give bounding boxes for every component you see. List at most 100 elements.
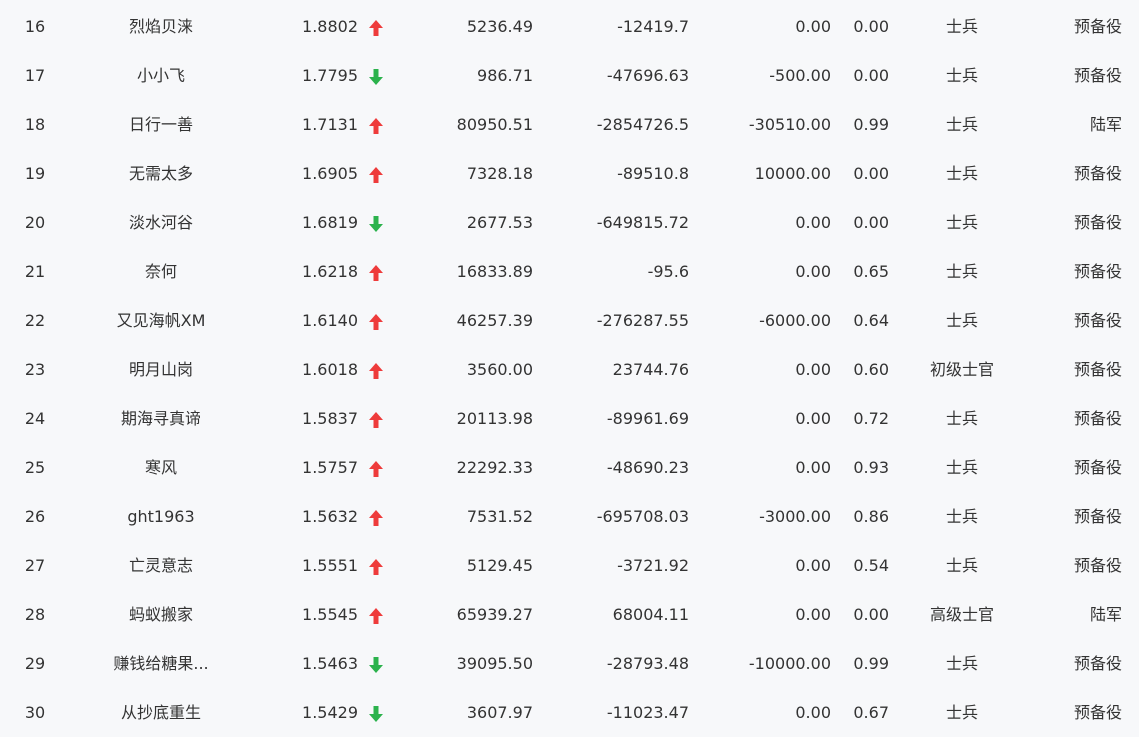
arrow-up-icon [369, 264, 383, 281]
value4-cell: 0.93 [853, 458, 889, 477]
table-row-16[interactable]: 16 烈焰贝涞 1.8802 5236.49 -12419.7 0.00 0.0… [0, 2, 1139, 51]
unit-cell: 陆军 [1089, 605, 1122, 624]
arrow-up-icon [369, 313, 383, 330]
trader-name-cell[interactable]: 明月山岗 [100, 345, 222, 394]
value4-cell: 0.64 [853, 311, 889, 330]
value4-cell: 0.99 [853, 654, 889, 673]
level-cell: 士兵 [945, 164, 978, 183]
trader-name-cell[interactable]: 赚钱给糖果... [100, 639, 222, 688]
trader-name-cell[interactable]: 无需太多 [100, 149, 222, 198]
table-row-19[interactable]: 19 无需太多 1.6905 7328.18 -89510.8 10000.00… [0, 149, 1139, 198]
value4-cell: 0.00 [853, 605, 889, 624]
level-cell: 士兵 [945, 311, 978, 330]
level-cell: 士兵 [945, 556, 978, 575]
ranking-table: 16 烈焰贝涞 1.8802 5236.49 -12419.7 0.00 0.0… [0, 0, 1139, 737]
value2-cell: -89961.69 [606, 409, 689, 428]
trend-cell [366, 296, 386, 345]
unit-cell: 陆军 [1089, 115, 1122, 134]
value2-cell: -28793.48 [606, 654, 689, 673]
unit-cell: 预备役 [1073, 66, 1122, 85]
value1-cell: 7328.18 [466, 164, 533, 183]
value3-cell: -6000.00 [759, 311, 831, 330]
trend-cell [366, 394, 386, 443]
trader-name-cell[interactable]: 从抄底重生 [100, 688, 222, 737]
value1-cell: 46257.39 [456, 311, 533, 330]
unit-cell: 预备役 [1073, 262, 1122, 281]
value1-cell: 80950.51 [456, 115, 533, 134]
value4-cell: 0.00 [853, 213, 889, 232]
trader-name-cell[interactable]: 期海寻真谛 [100, 394, 222, 443]
table-row-18[interactable]: 18 日行一善 1.7131 80950.51 -2854726.5 -3051… [0, 100, 1139, 149]
arrow-down-icon [369, 68, 383, 85]
trader-name-cell[interactable]: 蚂蚁搬家 [100, 590, 222, 639]
table-row-25[interactable]: 25 寒风 1.5757 22292.33 -48690.23 0.00 0.9… [0, 443, 1139, 492]
value1-cell: 3560.00 [466, 360, 533, 379]
value2-cell: -695708.03 [596, 507, 689, 526]
rank-cell: 26 [24, 507, 46, 526]
level-cell: 士兵 [945, 703, 978, 722]
value2-cell: -95.6 [647, 262, 689, 281]
value1-cell: 7531.52 [466, 507, 533, 526]
rank-cell: 28 [24, 605, 46, 624]
score-cell: 1.6140 [302, 311, 358, 330]
table-row-22[interactable]: 22 又见海帆XM 1.6140 46257.39 -276287.55 -60… [0, 296, 1139, 345]
unit-cell: 预备役 [1073, 360, 1122, 379]
trend-cell [366, 149, 386, 198]
trader-name-cell[interactable]: 奈何 [100, 247, 222, 296]
trader-name-cell[interactable]: 日行一善 [100, 100, 222, 149]
value1-cell: 986.71 [477, 66, 533, 85]
arrow-down-icon [369, 215, 383, 232]
level-cell: 士兵 [945, 654, 978, 673]
trader-name-cell[interactable]: 淡水河谷 [100, 198, 222, 247]
table-row-23[interactable]: 23 明月山岗 1.6018 3560.00 23744.76 0.00 0.6… [0, 345, 1139, 394]
level-cell: 初级士官 [929, 360, 994, 379]
arrow-up-icon [369, 19, 383, 36]
trader-name-cell[interactable]: ght1963 [100, 492, 222, 541]
value1-cell: 2677.53 [466, 213, 533, 232]
value3-cell: 10000.00 [754, 164, 831, 183]
table-row-20[interactable]: 20 淡水河谷 1.6819 2677.53 -649815.72 0.00 0… [0, 198, 1139, 247]
trader-name-cell[interactable]: 亡灵意志 [100, 541, 222, 590]
value2-cell: -12419.7 [617, 17, 689, 36]
value4-cell: 0.00 [853, 17, 889, 36]
level-cell: 士兵 [945, 66, 978, 85]
level-cell: 士兵 [945, 17, 978, 36]
value2-cell: 68004.11 [612, 605, 689, 624]
table-row-24[interactable]: 24 期海寻真谛 1.5837 20113.98 -89961.69 0.00 … [0, 394, 1139, 443]
trader-name-cell[interactable]: 寒风 [100, 443, 222, 492]
level-cell: 士兵 [945, 458, 978, 477]
rank-cell: 18 [24, 115, 46, 134]
rank-cell: 25 [24, 458, 46, 477]
arrow-up-icon [369, 607, 383, 624]
score-cell: 1.5757 [302, 458, 358, 477]
trend-cell [366, 443, 386, 492]
rank-cell: 16 [24, 17, 46, 36]
value2-cell: 23744.76 [612, 360, 689, 379]
value4-cell: 0.00 [853, 66, 889, 85]
value2-cell: -48690.23 [606, 458, 689, 477]
rank-cell: 20 [24, 213, 46, 232]
value4-cell: 0.99 [853, 115, 889, 134]
trader-name-cell[interactable]: 小小飞 [100, 51, 222, 100]
score-cell: 1.5545 [302, 605, 358, 624]
table-row-27[interactable]: 27 亡灵意志 1.5551 5129.45 -3721.92 0.00 0.5… [0, 541, 1139, 590]
table-row-21[interactable]: 21 奈何 1.6218 16833.89 -95.6 0.00 0.65 士兵… [0, 247, 1139, 296]
score-cell: 1.6819 [302, 213, 358, 232]
table-row-29[interactable]: 29 赚钱给糖果... 1.5463 39095.50 -28793.48 -1… [0, 639, 1139, 688]
unit-cell: 预备役 [1073, 458, 1122, 477]
value4-cell: 0.65 [853, 262, 889, 281]
value1-cell: 3607.97 [466, 703, 533, 722]
table-row-28[interactable]: 28 蚂蚁搬家 1.5545 65939.27 68004.11 0.00 0.… [0, 590, 1139, 639]
table-row-17[interactable]: 17 小小飞 1.7795 986.71 -47696.63 -500.00 0… [0, 51, 1139, 100]
trader-name-cell[interactable]: 烈焰贝涞 [100, 2, 222, 51]
value3-cell: 0.00 [795, 262, 831, 281]
table-row-26[interactable]: 26 ght1963 1.5632 7531.52 -695708.03 -30… [0, 492, 1139, 541]
value3-cell: 0.00 [795, 17, 831, 36]
table-row-30[interactable]: 30 从抄底重生 1.5429 3607.97 -11023.47 0.00 0… [0, 688, 1139, 737]
value1-cell: 39095.50 [456, 654, 533, 673]
trend-cell [366, 590, 386, 639]
unit-cell: 预备役 [1073, 654, 1122, 673]
value2-cell: -2854726.5 [596, 115, 689, 134]
trader-name-cell[interactable]: 又见海帆XM [100, 296, 222, 345]
value1-cell: 16833.89 [456, 262, 533, 281]
